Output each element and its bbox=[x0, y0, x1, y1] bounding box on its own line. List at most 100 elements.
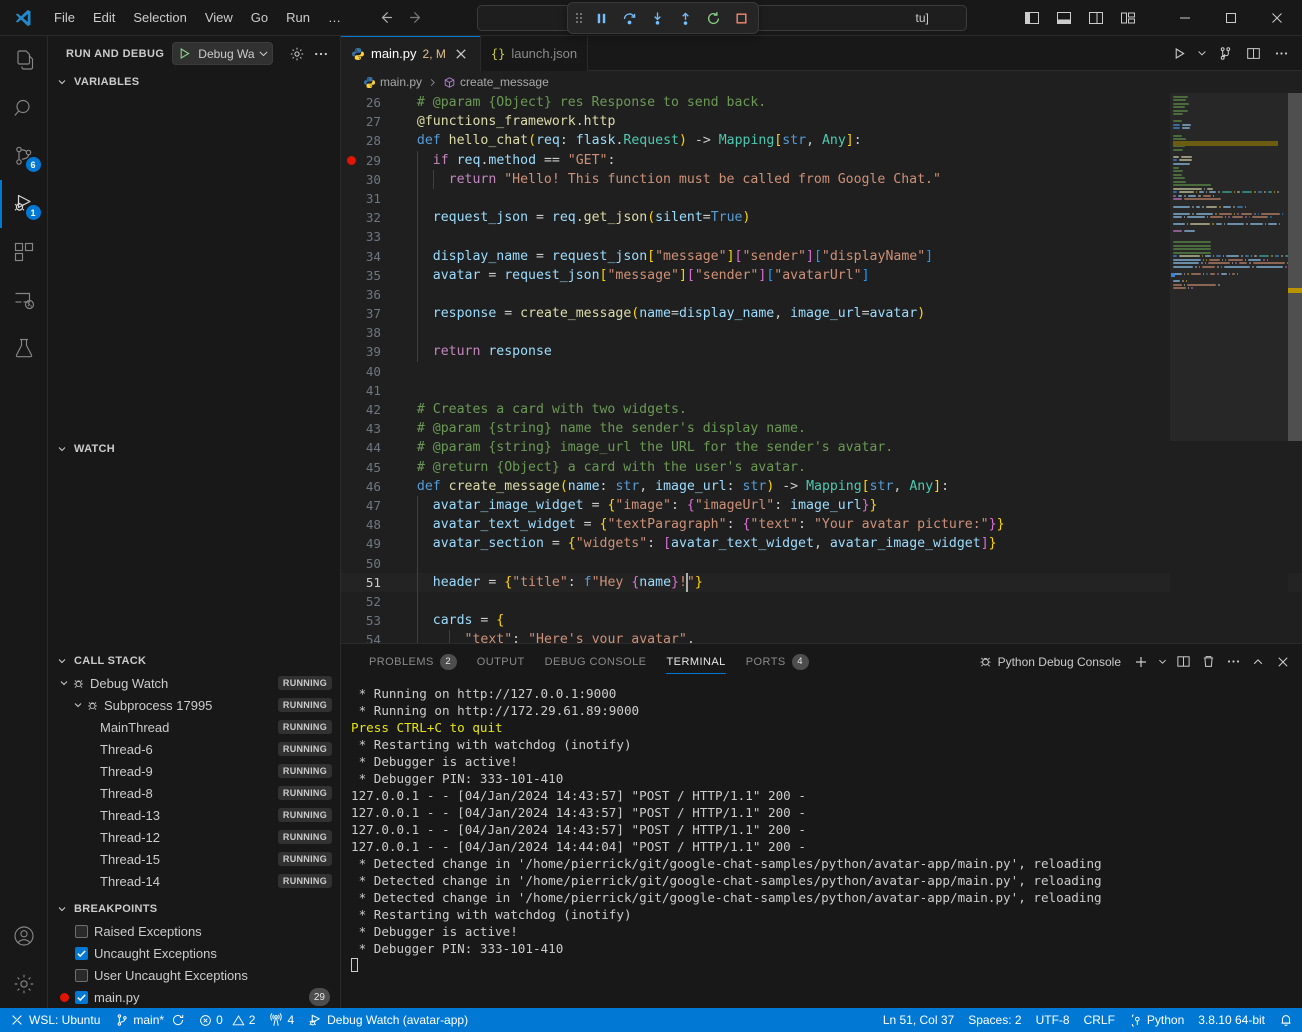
terminal-output[interactable]: * Running on http://127.0.0.1:9000 * Run… bbox=[341, 679, 1302, 1008]
minimize-window-button[interactable] bbox=[1162, 1, 1208, 35]
panel-more-actions-icon[interactable] bbox=[1222, 651, 1244, 673]
variables-tree[interactable] bbox=[48, 93, 340, 438]
code-line[interactable]: 50 bbox=[341, 554, 1302, 573]
menu-view[interactable]: View bbox=[197, 7, 241, 28]
line-number[interactable]: 38 bbox=[341, 323, 393, 342]
status-eol[interactable]: CRLF bbox=[1077, 1008, 1122, 1032]
debug-restart-button[interactable] bbox=[700, 5, 726, 31]
line-number[interactable]: 39 bbox=[341, 342, 393, 361]
debug-step-over-button[interactable] bbox=[616, 5, 642, 31]
tab-main-py[interactable]: main.py 2, M bbox=[341, 36, 481, 71]
activity-source-control[interactable]: 6 bbox=[0, 132, 48, 180]
activity-run-and-debug[interactable]: 1 bbox=[0, 180, 48, 228]
menu-edit[interactable]: Edit bbox=[85, 7, 123, 28]
status-debug-session[interactable]: Debug Watch (avatar-app) bbox=[301, 1008, 475, 1032]
call-stack-row[interactable]: Thread-12RUNNING bbox=[48, 826, 340, 848]
debug-step-into-button[interactable] bbox=[644, 5, 670, 31]
section-header-call-stack[interactable]: CALL STACK bbox=[48, 650, 340, 672]
panel-tab-output[interactable]: OUTPUT bbox=[467, 644, 535, 679]
code-line[interactable]: 36 bbox=[341, 285, 1302, 304]
status-branch[interactable]: main* bbox=[108, 1008, 192, 1032]
close-panel-icon[interactable] bbox=[1272, 651, 1294, 673]
line-number[interactable]: 47 bbox=[341, 496, 393, 515]
maximize-window-button[interactable] bbox=[1208, 1, 1254, 35]
breakpoint-row[interactable]: main.py29 bbox=[48, 986, 340, 1008]
breakpoint-row[interactable]: User Uncaught Exceptions bbox=[48, 964, 340, 986]
status-problems[interactable]: 0 2 bbox=[192, 1008, 262, 1032]
code-line[interactable]: 40 bbox=[341, 362, 1302, 381]
code-line[interactable]: 33 bbox=[341, 227, 1302, 246]
breakpoint-checkbox[interactable] bbox=[75, 969, 88, 982]
menu-go[interactable]: Go bbox=[243, 7, 276, 28]
code-line[interactable]: 49 avatar_section = {"widgets": [avatar_… bbox=[341, 534, 1302, 553]
line-number[interactable]: 51 bbox=[341, 573, 393, 592]
call-stack-row[interactable]: Debug WatchRUNNING bbox=[48, 672, 340, 694]
status-cursor-position[interactable]: Ln 51, Col 37 bbox=[876, 1008, 961, 1032]
call-stack-row[interactable]: Thread-14RUNNING bbox=[48, 870, 340, 892]
breakpoint-row[interactable]: Raised Exceptions bbox=[48, 920, 340, 942]
line-number[interactable]: 52 bbox=[341, 592, 393, 611]
line-number[interactable]: 44 bbox=[341, 438, 393, 457]
call-stack-row[interactable]: MainThreadRUNNING bbox=[48, 716, 340, 738]
code-line[interactable]: 45 # @return {Object} a card with the us… bbox=[341, 458, 1302, 477]
debug-pause-button[interactable] bbox=[588, 5, 614, 31]
code-line[interactable]: 38 bbox=[341, 323, 1302, 342]
code-line[interactable]: 26 # @param {Object} res Response to sen… bbox=[341, 93, 1302, 112]
status-notifications[interactable] bbox=[1272, 1008, 1300, 1032]
code-line[interactable]: 47 avatar_image_widget = {"image": {"ima… bbox=[341, 496, 1302, 515]
line-number[interactable]: 40 bbox=[341, 362, 393, 381]
debug-stop-button[interactable] bbox=[728, 5, 754, 31]
status-ports[interactable]: 4 bbox=[262, 1008, 301, 1032]
line-number[interactable]: 33 bbox=[341, 227, 393, 246]
split-terminal-icon[interactable] bbox=[1172, 651, 1194, 673]
activity-accounts[interactable] bbox=[0, 912, 48, 960]
line-number[interactable]: 37 bbox=[341, 304, 393, 323]
line-number[interactable]: 53 bbox=[341, 611, 393, 630]
line-number[interactable]: 28 bbox=[341, 131, 393, 150]
customize-layout-icon[interactable] bbox=[1114, 5, 1142, 31]
code-line[interactable]: 32 request_json = req.get_json(silent=Tr… bbox=[341, 208, 1302, 227]
code-lines[interactable]: 26 # @param {Object} res Response to sen… bbox=[341, 93, 1302, 643]
call-stack-row[interactable]: Subprocess 17995RUNNING bbox=[48, 694, 340, 716]
code-line[interactable]: 53 cards = { bbox=[341, 611, 1302, 630]
run-python-file-icon[interactable] bbox=[1166, 40, 1192, 66]
source-control-compare-icon[interactable] bbox=[1212, 40, 1238, 66]
editor-more-actions-icon[interactable] bbox=[1268, 40, 1294, 66]
new-terminal-icon[interactable] bbox=[1130, 651, 1152, 673]
breakpoint-dot-icon[interactable] bbox=[347, 156, 356, 165]
line-number[interactable]: 45 bbox=[341, 458, 393, 477]
watch-tree[interactable] bbox=[48, 460, 340, 650]
line-number[interactable]: 31 bbox=[341, 189, 393, 208]
line-number[interactable]: 32 bbox=[341, 208, 393, 227]
code-line[interactable]: 54 "text": "Here's your avatar", bbox=[341, 630, 1302, 643]
code-line[interactable]: 39 return response bbox=[341, 342, 1302, 361]
toggle-secondary-sidebar-icon[interactable] bbox=[1082, 5, 1110, 31]
scrollbar-thumb[interactable] bbox=[1288, 93, 1302, 441]
line-number[interactable]: 46 bbox=[341, 477, 393, 496]
sidebar-more-actions-icon[interactable] bbox=[310, 43, 332, 65]
close-icon[interactable] bbox=[452, 45, 470, 63]
active-terminal-label[interactable]: Python Debug Console bbox=[978, 654, 1121, 669]
status-remote-indicator[interactable]: WSL: Ubuntu bbox=[2, 1008, 108, 1032]
panel-tab-ports[interactable]: PORTS4 bbox=[736, 644, 819, 679]
start-debugging-icon[interactable] bbox=[177, 46, 192, 61]
activity-remote-explorer[interactable] bbox=[0, 276, 48, 324]
panel-tab-terminal[interactable]: TERMINAL bbox=[656, 644, 735, 679]
line-number[interactable]: 54 bbox=[341, 630, 393, 643]
line-number[interactable]: 29 bbox=[341, 151, 393, 170]
section-header-watch[interactable]: WATCH bbox=[48, 438, 340, 460]
code-editor[interactable]: 26 # @param {Object} res Response to sen… bbox=[341, 93, 1302, 643]
call-stack-row[interactable]: Thread-8RUNNING bbox=[48, 782, 340, 804]
code-line[interactable]: 27 @functions_framework.http bbox=[341, 112, 1302, 131]
menu-run[interactable]: Run bbox=[278, 7, 318, 28]
maximize-panel-icon[interactable] bbox=[1247, 651, 1269, 673]
line-number[interactable]: 35 bbox=[341, 266, 393, 285]
breakpoint-row[interactable]: Uncaught Exceptions bbox=[48, 942, 340, 964]
activity-manage-settings[interactable] bbox=[0, 960, 48, 1008]
panel-tab-debug-console[interactable]: DEBUG CONSOLE bbox=[535, 644, 657, 679]
line-number[interactable]: 43 bbox=[341, 419, 393, 438]
chevron-down-icon[interactable] bbox=[70, 699, 86, 711]
code-line[interactable]: 46 def create_message(name: str, image_u… bbox=[341, 477, 1302, 496]
line-number[interactable]: 48 bbox=[341, 515, 393, 534]
status-interpreter-version[interactable]: 3.8.10 64-bit bbox=[1191, 1008, 1272, 1032]
